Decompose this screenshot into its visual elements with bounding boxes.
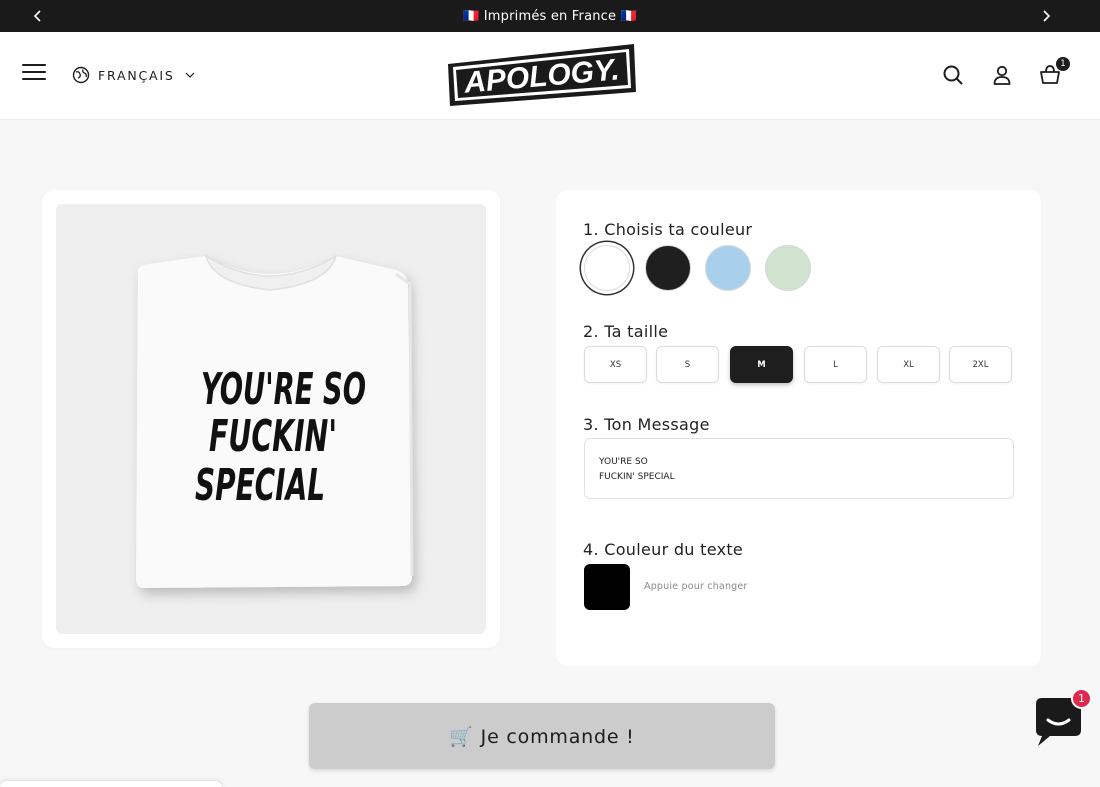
color-swatch-white[interactable] bbox=[584, 245, 630, 291]
chat-notification-badge: 1 bbox=[1071, 688, 1092, 709]
color-swatch-mint[interactable] bbox=[765, 245, 811, 291]
language-selector[interactable]: FRANÇAIS bbox=[72, 66, 195, 84]
announcement-text: 🇫🇷 Imprimés en France 🇫🇷 bbox=[463, 8, 637, 24]
user-icon[interactable] bbox=[990, 63, 1014, 87]
size-option-xs[interactable]: XS bbox=[584, 346, 647, 383]
apology-logo[interactable]: APOLOGY. bbox=[446, 42, 638, 108]
size-option-l[interactable]: L bbox=[804, 346, 867, 383]
announcement-next-button[interactable] bbox=[1030, 0, 1062, 32]
announcement-prev-button[interactable] bbox=[22, 0, 54, 32]
announcement-bar: 🇫🇷 Imprimés en France 🇫🇷 bbox=[0, 0, 1100, 32]
color-swatch-light-blue[interactable] bbox=[705, 245, 751, 291]
shirt-print-line-3: SPECIAL bbox=[195, 460, 325, 511]
order-button[interactable]: 🛒 Je commande ! bbox=[309, 703, 775, 769]
size-option-m[interactable]: M bbox=[730, 346, 793, 383]
cart-count-badge: 1 bbox=[1056, 57, 1070, 71]
chevron-down-icon bbox=[185, 72, 195, 78]
hamburger-menu-icon[interactable] bbox=[22, 64, 46, 88]
chevron-left-icon bbox=[33, 10, 41, 22]
text-color-hint: Appuie pour changer bbox=[644, 581, 748, 592]
chevron-right-icon bbox=[1043, 10, 1051, 22]
globe-icon bbox=[72, 66, 90, 84]
color-section-title: 1. Choisis ta couleur bbox=[583, 220, 753, 239]
size-option-s[interactable]: S bbox=[656, 346, 719, 383]
message-textarea[interactable]: YOU'RE SO FUCKIN' SPECIAL bbox=[584, 438, 1014, 499]
cart-button[interactable]: 1 bbox=[1038, 57, 1070, 87]
text-color-picker[interactable] bbox=[584, 564, 630, 610]
bottom-popup-tab[interactable] bbox=[0, 781, 222, 787]
message-section-title: 3. Ton Message bbox=[583, 415, 710, 434]
color-swatch-black[interactable] bbox=[645, 245, 691, 291]
product-options-card: 1. Choisis ta couleur 2. Ta taille XS S … bbox=[556, 190, 1041, 666]
size-section-title: 2. Ta taille bbox=[583, 322, 669, 341]
product-image-card: YOU'RE SO FUCKIN' SPECIAL bbox=[42, 190, 500, 648]
shirt-print-line-2: FUCKIN' bbox=[209, 411, 337, 462]
size-option-xl[interactable]: XL bbox=[877, 346, 940, 383]
text-color-section-title: 4. Couleur du texte bbox=[583, 540, 744, 559]
language-label: FRANÇAIS bbox=[98, 67, 175, 83]
size-option-2xl[interactable]: 2XL bbox=[949, 346, 1012, 383]
tshirt-mockup: YOU'RE SO FUCKIN' SPECIAL bbox=[136, 254, 414, 588]
product-image: YOU'RE SO FUCKIN' SPECIAL bbox=[56, 204, 486, 634]
search-icon[interactable] bbox=[941, 63, 965, 87]
shirt-print-line-1: YOU'RE SO bbox=[201, 364, 366, 415]
site-header: FRANÇAIS APOLOGY. 1 bbox=[0, 32, 1100, 120]
